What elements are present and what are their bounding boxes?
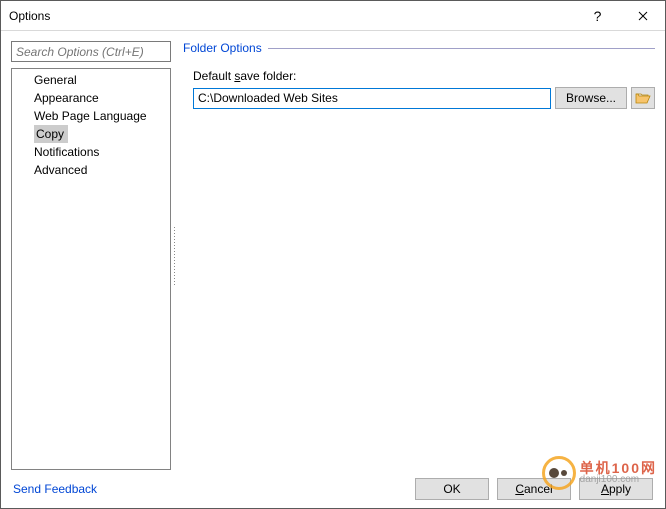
send-feedback-link[interactable]: Send Feedback (13, 482, 97, 496)
tree-item-general[interactable]: General (12, 71, 170, 89)
save-folder-input[interactable] (193, 88, 551, 109)
group-title: Folder Options (183, 41, 262, 55)
footer: Send Feedback OK Cancel Apply (1, 470, 665, 508)
tree-item-web-page-language[interactable]: Web Page Language (12, 107, 170, 125)
save-folder-label: Default save folder: (183, 69, 655, 83)
apply-button[interactable]: Apply (579, 478, 653, 500)
tree-item-appearance[interactable]: Appearance (12, 89, 170, 107)
window-title: Options (9, 9, 575, 23)
group-divider (268, 48, 655, 49)
group-header: Folder Options (183, 41, 655, 55)
options-panel: Folder Options Default save folder: Brow… (177, 41, 655, 470)
close-icon (638, 11, 648, 21)
close-button[interactable] (620, 1, 665, 31)
folder-open-icon (635, 91, 651, 105)
titlebar: Options ? (1, 1, 665, 31)
left-column: General Appearance Web Page Language Cop… (11, 41, 171, 470)
open-folder-button[interactable] (631, 87, 655, 109)
tree-item-advanced[interactable]: Advanced (12, 161, 170, 179)
category-tree[interactable]: General Appearance Web Page Language Cop… (11, 68, 171, 470)
search-input[interactable] (11, 41, 171, 62)
tree-item-notifications[interactable]: Notifications (12, 143, 170, 161)
main-area: General Appearance Web Page Language Cop… (1, 31, 665, 470)
splitter-grip-icon (174, 227, 175, 285)
help-button[interactable]: ? (575, 1, 620, 31)
save-folder-row: Browse... (183, 87, 655, 109)
ok-button[interactable]: OK (415, 478, 489, 500)
tree-item-copy[interactable]: Copy (34, 125, 68, 143)
browse-button[interactable]: Browse... (555, 87, 627, 109)
cancel-button[interactable]: Cancel (497, 478, 571, 500)
